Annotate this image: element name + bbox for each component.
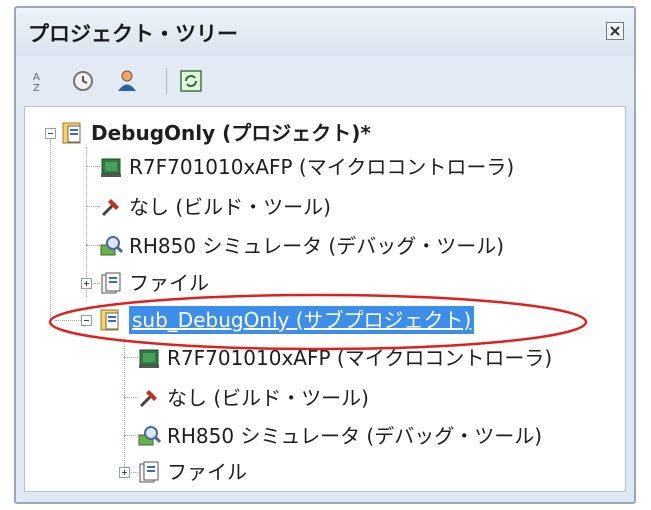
tree-node-label: ファイル [167,460,247,484]
tree-node-debug-tool[interactable]: RH850 シミュレータ (デバッグ・ツール) [99,230,504,262]
svg-text:Z: Z [33,83,40,94]
tree-connector [50,133,51,323]
expand-toggle[interactable] [81,278,92,289]
history-button[interactable] [70,68,96,94]
tree-connector [86,166,100,167]
tree-connector [124,339,125,471]
tree-node-label: DebugOnly (プロジェクト)* [91,121,371,145]
expand-toggle[interactable] [119,467,130,478]
tree-node-label: R7F701010xAFP (マイクロコントローラ) [167,346,553,370]
tree-node-label: RH850 シミュレータ (デバッグ・ツール) [167,424,543,448]
microcontroller-icon [137,346,161,370]
clock-icon [73,71,93,91]
sort-icon: A Z [33,72,40,94]
tree-node-project[interactable]: DebugOnly (プロジェクト)* [61,117,371,149]
tree-connector [124,397,138,398]
user-button[interactable] [114,68,140,94]
user-icon [118,70,136,91]
debug-tool-icon [137,424,162,448]
tree-node-build-tool[interactable]: なし (ビルド・ツール) [99,191,331,223]
close-icon [610,26,620,36]
panel-titlebar: プロジェクト・ツリー [16,8,634,56]
tree-node-microcontroller[interactable]: R7F701010xAFP (マイクロコントローラ) [137,342,552,374]
build-tool-icon [99,195,123,219]
collapse-toggle[interactable] [81,315,92,326]
project-tree-panel: プロジェクト・ツリー A Z DebugOnly (プロジェクト)* R7F70… [14,6,636,504]
refresh-icon [180,70,202,92]
tree-node-label: RH850 シミュレータ (デバッグ・ツール) [129,234,505,258]
microcontroller-icon [99,155,123,179]
folder-icon [99,271,123,295]
tree-connector [124,357,138,358]
folder-icon [137,460,161,484]
tree-connector [86,245,100,246]
tree-connector [124,435,138,436]
tree-node-label: なし (ビルド・ツール) [129,195,331,219]
tree-connector [86,147,87,297]
toolbar-separator [166,68,167,94]
debug-tool-icon [99,234,124,258]
tree-node-label: R7F701010xAFP (マイクロコントローラ) [129,155,515,179]
collapse-toggle[interactable] [45,128,56,139]
sort-button[interactable]: A Z [26,68,52,94]
tree-node-label: ファイル [129,271,209,295]
tree-node-debug-tool[interactable]: RH850 シミュレータ (デバッグ・ツール) [137,420,542,452]
close-button[interactable] [606,22,624,40]
tree-node-build-tool[interactable]: なし (ビルド・ツール) [137,382,369,414]
tree-node-label: sub_DebugOnly (サブプロジェクト) [129,306,475,334]
svg-text:A: A [33,72,40,83]
tree-node-files[interactable]: ファイル [137,456,247,488]
tree-node-subproject[interactable]: sub_DebugOnly (サブプロジェクト) [99,304,475,336]
tree-node-files[interactable]: ファイル [99,267,209,299]
project-tree: DebugOnly (プロジェクト)* R7F701010xAFP (マイクロコ… [24,106,626,492]
subproject-icon [99,308,123,332]
project-icon [61,121,85,145]
tree-node-label: なし (ビルド・ツール) [167,386,369,410]
panel-title: プロジェクト・ツリー [28,22,238,46]
tree-toolbar: A Z [16,56,634,106]
refresh-button[interactable] [178,68,204,94]
tree-connector [86,206,100,207]
build-tool-icon [137,386,161,410]
tree-node-microcontroller[interactable]: R7F701010xAFP (マイクロコントローラ) [99,151,514,183]
